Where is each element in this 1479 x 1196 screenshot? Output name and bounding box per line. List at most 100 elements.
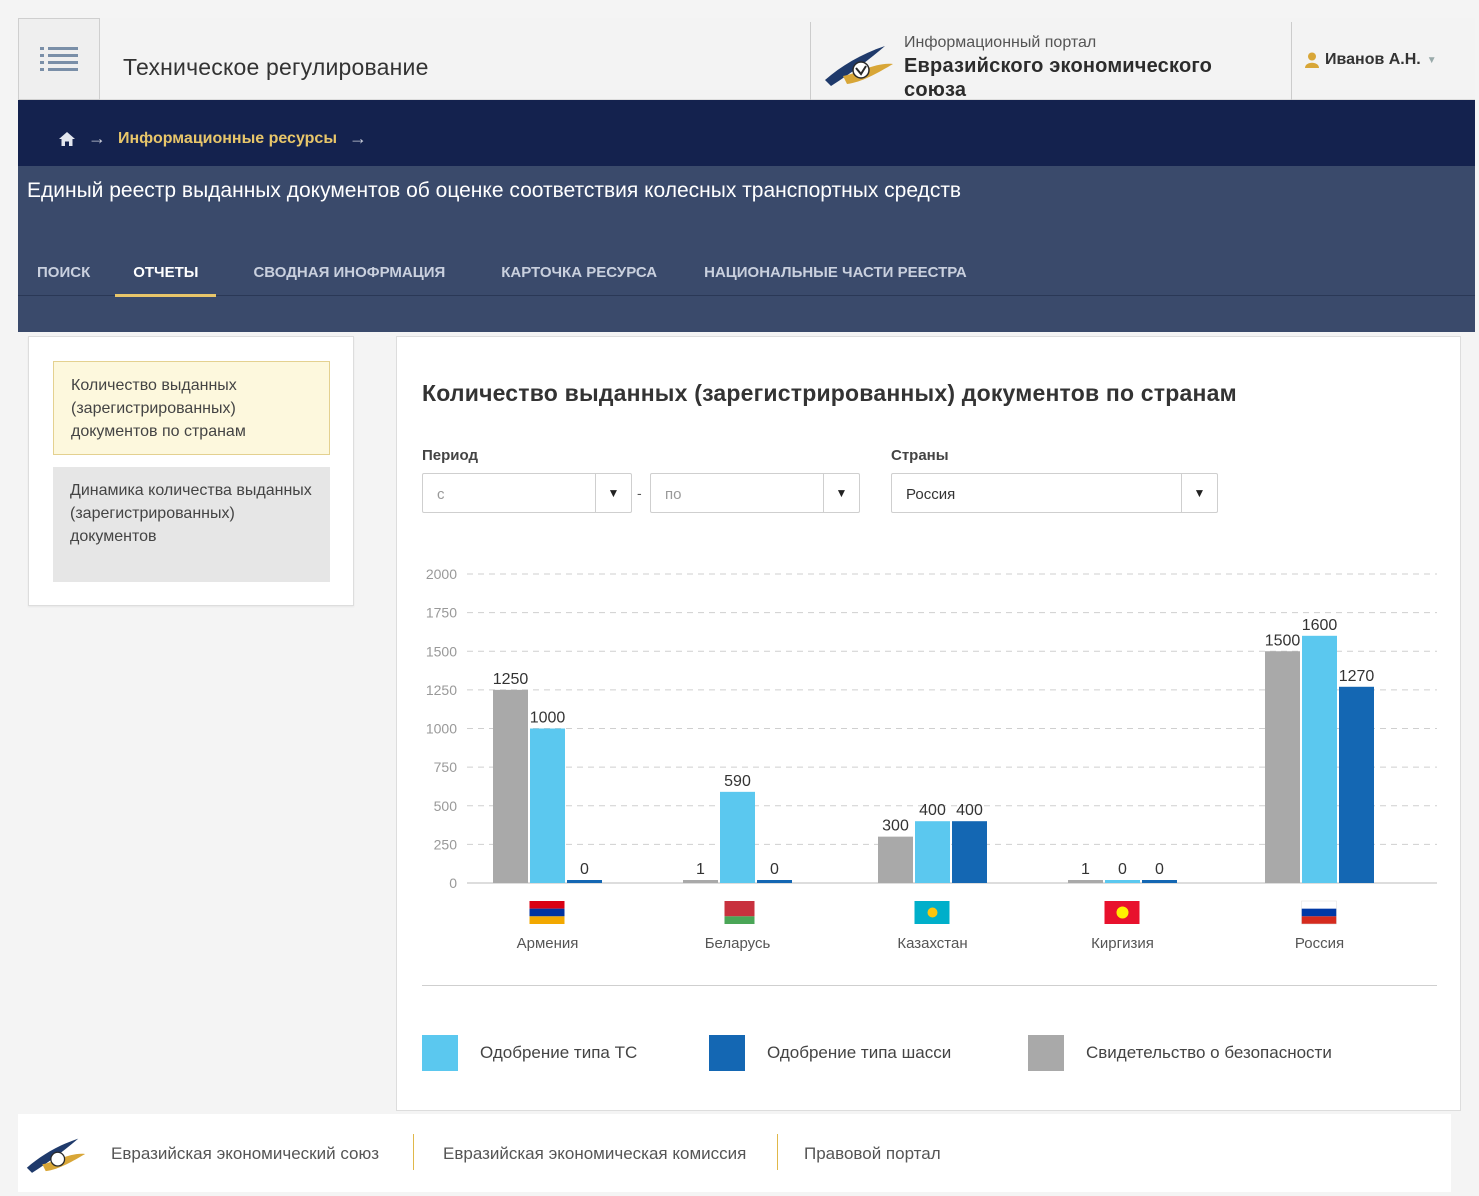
y-tick-label: 1500	[426, 643, 457, 659]
flag-belarus-icon	[719, 916, 755, 924]
legend-item-chassis-type[interactable]: Одобрение типа шасси	[709, 1035, 951, 1071]
x-tick-label: Беларусь	[705, 935, 771, 952]
y-tick-label: 500	[434, 798, 458, 814]
caret-down-icon: ▼	[1426, 54, 1437, 66]
footer-link-eaeu[interactable]: Евразийская экономический союз	[111, 1144, 379, 1164]
data-label: 300	[882, 818, 909, 835]
user-icon	[1305, 52, 1319, 68]
report-panel: Количество выданных (зарегистрированных)…	[396, 336, 1461, 1111]
y-tick-label: 1250	[426, 682, 457, 698]
registry-title: Единый реестр выданных документов об оце…	[27, 179, 962, 202]
chevron-down-icon: ▼	[1181, 474, 1217, 512]
breadcrumb-arrow-icon: →	[348, 128, 367, 148]
app-title: Техническое регулирование	[123, 54, 429, 80]
bar	[1265, 651, 1300, 883]
bar	[1142, 880, 1177, 883]
flag-belarus-icon	[719, 901, 725, 924]
reports-sidebar: Количество выданных (зарегистрированных)…	[28, 336, 354, 606]
tab-reports[interactable]: ОТЧЕТЫ	[115, 262, 217, 297]
sidebar-item-dynamics[interactable]: Динамика количества выданных (зарегистри…	[53, 467, 330, 582]
flag-armenia-icon	[529, 908, 565, 917]
portal-subtitle: Информационный портал	[904, 34, 1097, 51]
country-bar-chart: 025050075010001250150017502000125010000А…	[426, 566, 1437, 952]
tab-search[interactable]: ПОИСК	[37, 262, 90, 296]
tab-national-parts[interactable]: НАЦИОНАЛЬНЫЕ ЧАСТИ РЕЕСТРА	[704, 262, 967, 296]
data-label: 1	[1081, 861, 1090, 878]
home-icon[interactable]	[58, 131, 76, 147]
chart-legend: Одобрение типа ТС Одобрение типа шасси С…	[397, 1035, 1462, 1075]
sidebar-item-by-country[interactable]: Количество выданных (зарегистрированных)…	[53, 361, 330, 455]
period-to-select[interactable]: по ▼	[650, 473, 860, 513]
bar	[1302, 635, 1337, 883]
flag-armenia-icon	[529, 916, 565, 924]
chevron-down-icon: ▼	[823, 474, 859, 512]
legend-swatch	[1028, 1035, 1064, 1071]
flag-belarus-icon	[719, 901, 755, 917]
y-tick-label: 2000	[426, 566, 457, 582]
bar	[493, 689, 528, 883]
data-label: 0	[1155, 861, 1164, 878]
breadcrumb: → Информационные ресурсы →	[18, 100, 1475, 166]
legend-swatch	[422, 1035, 458, 1071]
data-label: 1600	[1302, 617, 1338, 634]
data-label: 0	[1118, 861, 1127, 878]
x-tick-label: Киргизия	[1091, 935, 1154, 952]
flag-kazakhstan-icon	[927, 907, 938, 918]
divider	[422, 985, 1437, 986]
eaeu-logo[interactable]	[24, 1130, 88, 1178]
flag-kyrgyzstan-icon	[1116, 906, 1129, 919]
data-label: 1500	[1265, 632, 1301, 649]
data-label: 1250	[493, 671, 529, 688]
bar	[720, 791, 755, 883]
registry-header: Единый реестр выданных документов об оце…	[18, 166, 1475, 332]
portal-branding[interactable]: Информационный портал Евразийского эконо…	[810, 22, 1292, 101]
data-label: 1270	[1339, 668, 1375, 685]
footer-separator	[413, 1134, 414, 1170]
menu-button[interactable]	[18, 18, 100, 100]
data-label: 1	[696, 861, 705, 878]
legend-item-vehicle-type[interactable]: Одобрение типа ТС	[422, 1035, 637, 1071]
bar	[1339, 686, 1374, 883]
legend-swatch	[709, 1035, 745, 1071]
user-name: Иванов А.Н.	[1325, 51, 1421, 68]
bar	[757, 880, 792, 883]
bar	[915, 821, 950, 883]
y-tick-label: 750	[434, 759, 458, 775]
legend-label: Одобрение типа шасси	[767, 1043, 952, 1062]
footer-link-eec[interactable]: Евразийская экономическая комиссия	[443, 1144, 746, 1164]
legend-label: Одобрение типа ТС	[480, 1043, 638, 1062]
tab-bar: ПОИСК ОТЧЕТЫ СВОДНАЯ ИНОФРМАЦИЯ КАРТОЧКА…	[18, 262, 1475, 297]
footer-link-legal-portal[interactable]: Правовой портал	[804, 1144, 941, 1164]
x-tick-label: Казахстан	[897, 935, 967, 952]
period-to-placeholder: по	[665, 486, 682, 503]
legend-label: Свидетельство о безопасности	[1086, 1043, 1332, 1062]
bar	[530, 728, 565, 883]
countries-select[interactable]: Россия ▼	[891, 473, 1218, 513]
data-label: 0	[580, 861, 589, 878]
menu-icon	[40, 47, 78, 71]
period-from-select[interactable]: с ▼	[422, 473, 632, 513]
data-label: 400	[956, 802, 983, 819]
period-from-placeholder: с	[437, 486, 445, 503]
countries-label: Страны	[891, 447, 949, 464]
flag-russia-icon	[1301, 901, 1337, 909]
page: Техническое регулирование Информационный…	[0, 0, 1479, 1196]
data-label: 0	[770, 861, 779, 878]
portal-title: Евразийского экономического союза	[904, 55, 1213, 101]
tab-summary[interactable]: СВОДНАЯ ИНОФРМАЦИЯ	[253, 262, 445, 296]
eaeu-logo	[825, 46, 893, 86]
y-tick-label: 250	[434, 836, 458, 852]
report-title: Количество выданных (зарегистрированных)…	[422, 380, 1237, 406]
countries-value: Россия	[906, 486, 956, 503]
bar	[567, 880, 602, 883]
flag-russia-icon	[1301, 916, 1337, 924]
chevron-down-icon: ▼	[595, 474, 631, 512]
user-menu[interactable]: Иванов А.Н. ▼	[1305, 51, 1437, 69]
legend-item-safety-certificate[interactable]: Свидетельство о безопасности	[1028, 1035, 1332, 1071]
bar	[878, 836, 913, 883]
tab-resource-card[interactable]: КАРТОЧКА РЕСУРСА	[501, 262, 657, 296]
x-tick-label: Россия	[1295, 935, 1344, 952]
breadcrumb-item-resources[interactable]: Информационные ресурсы	[118, 130, 337, 148]
top-header: Техническое регулирование Информационный…	[18, 18, 1475, 101]
breadcrumb-arrow-icon: →	[88, 128, 106, 148]
